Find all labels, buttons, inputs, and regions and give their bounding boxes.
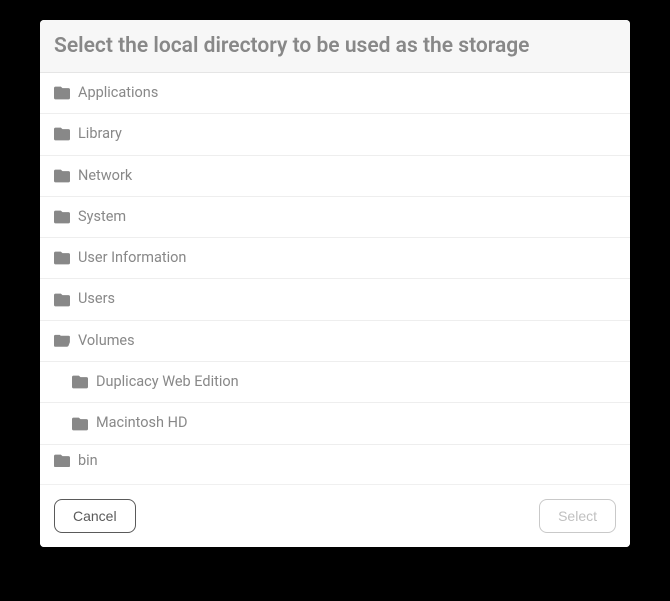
folder-icon <box>54 127 70 141</box>
tree-label: Library <box>78 124 122 144</box>
directory-picker-dialog: Select the local directory to be used as… <box>40 20 630 547</box>
tree-label: Macintosh HD <box>96 413 187 433</box>
tree-label: Duplicacy Web Edition <box>96 372 239 392</box>
tree-row-volumes[interactable]: Volumes <box>40 321 630 362</box>
tree-row-macintosh-hd[interactable]: Macintosh HD <box>40 403 630 444</box>
tree-label: Volumes <box>78 331 135 351</box>
tree-label: bin <box>78 451 98 467</box>
tree-row-library[interactable]: Library <box>40 114 630 155</box>
tree-label: System <box>78 207 126 227</box>
folder-icon <box>54 454 70 467</box>
tree-row-duplicacy-web-edition[interactable]: Duplicacy Web Edition <box>40 362 630 403</box>
folder-icon <box>72 417 88 431</box>
tree-row-network[interactable]: Network <box>40 156 630 197</box>
folder-open-icon <box>54 334 70 348</box>
directory-tree[interactable]: Applications Library Network System User <box>40 73 630 484</box>
tree-row-bin[interactable]: bin <box>40 445 630 467</box>
dialog-header: Select the local directory to be used as… <box>40 20 630 73</box>
tree-row-user-information[interactable]: User Information <box>40 238 630 279</box>
dialog-title: Select the local directory to be used as… <box>54 34 616 58</box>
dialog-footer: Cancel Select <box>40 484 630 547</box>
tree-row-system[interactable]: System <box>40 197 630 238</box>
tree-label: Network <box>78 166 132 186</box>
tree-label: User Information <box>78 248 186 268</box>
tree-row-applications[interactable]: Applications <box>40 73 630 114</box>
folder-icon <box>54 293 70 307</box>
folder-icon <box>72 375 88 389</box>
folder-icon <box>54 169 70 183</box>
select-button[interactable]: Select <box>539 499 616 533</box>
folder-icon <box>54 251 70 265</box>
tree-row-users[interactable]: Users <box>40 279 630 320</box>
tree-label: Users <box>78 289 115 309</box>
tree-label: Applications <box>78 83 158 103</box>
folder-icon <box>54 210 70 224</box>
cancel-button[interactable]: Cancel <box>54 499 136 533</box>
folder-icon <box>54 86 70 100</box>
